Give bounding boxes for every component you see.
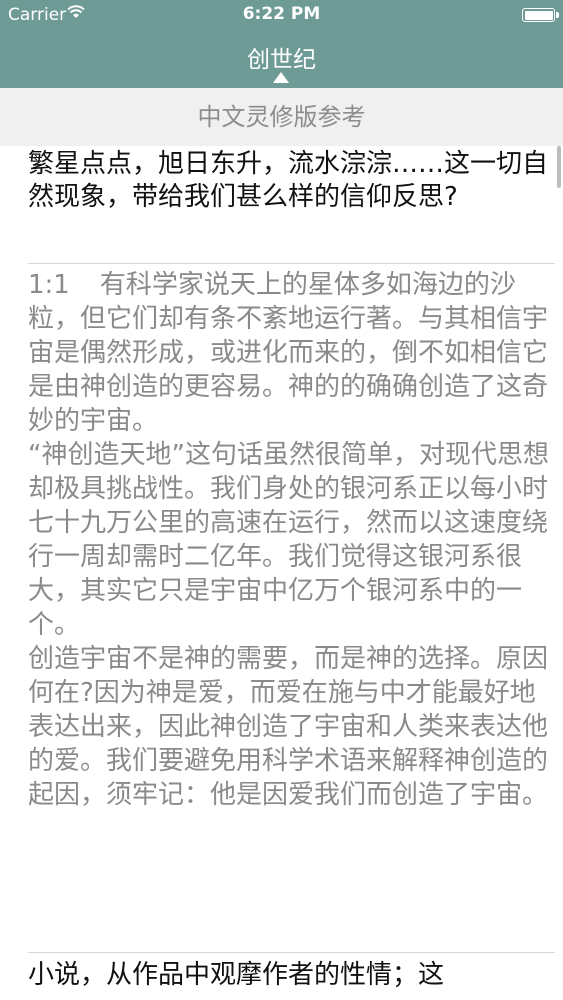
status-time: 6:22 PM bbox=[242, 4, 321, 24]
section-question: 繁星点点，旭日东升，流水淙淙……这一切自然现象，带给我们甚么样的信仰反思? bbox=[28, 149, 549, 212]
verse-number: 1:1 bbox=[28, 270, 70, 300]
next-section-text: 小说，从作品中观摩作者的性情；这 bbox=[28, 960, 445, 990]
paragraph-text: 有科学家说天上的星体多如海边的沙粒，但它们却有条不紊地运行著。与其相信宇宙是偶然… bbox=[28, 270, 549, 436]
book-title-button[interactable]: 创世纪 bbox=[0, 40, 563, 74]
divider bbox=[28, 263, 555, 264]
scrollbar-thumb[interactable] bbox=[557, 146, 561, 188]
caret-up-icon[interactable] bbox=[273, 72, 289, 83]
battery-tip bbox=[556, 12, 559, 18]
reference-version-header[interactable]: 中文灵修版参考 bbox=[0, 88, 563, 146]
verse-commentary: 1:1 有科学家说天上的星体多如海边的沙粒，但它们却有条不紊地运行著。与其相信宇宙… bbox=[28, 268, 554, 812]
divider bbox=[28, 952, 555, 953]
status-bar: Carrier 6:22 PM bbox=[0, 0, 563, 30]
commentary-paragraph-2: “神创造天地”这句话虽然很简单，对现代思想却极具挑战性。我们身处的银河系正以每小… bbox=[28, 440, 549, 640]
battery-icon bbox=[522, 8, 555, 22]
commentary-content[interactable]: 繁星点点，旭日东升，流水淙淙……这一切自然现象，带给我们甚么样的信仰反思? 1:… bbox=[0, 146, 563, 1000]
commentary-paragraph-1: 1:1 有科学家说天上的星体多如海边的沙粒，但它们却有条不紊地运行著。与其相信宇宙… bbox=[28, 268, 554, 438]
nav-bar: Carrier 6:22 PM 创世纪 bbox=[0, 0, 563, 88]
commentary-paragraph-3: 创造宇宙不是神的需要，而是神的选择。原因何在?因为神是爱，而爱在施与中才能最好地… bbox=[28, 644, 549, 810]
